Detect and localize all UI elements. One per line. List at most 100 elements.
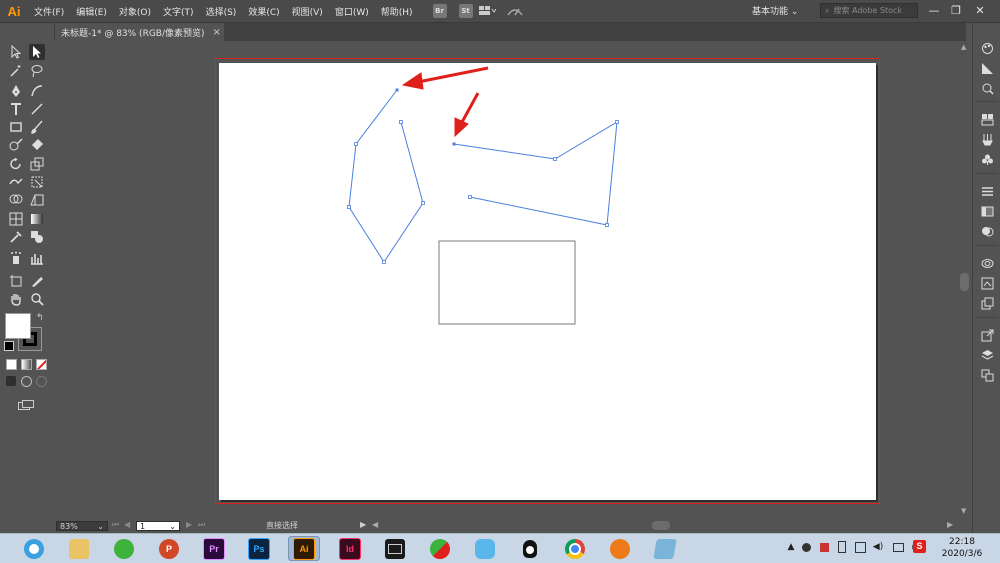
slice-tool-icon[interactable]: [29, 273, 45, 289]
menu-edit[interactable]: 编辑(E): [70, 5, 113, 18]
taskbar-app-illustrator[interactable]: Ai: [288, 536, 320, 561]
free-transform-tool-icon[interactable]: [29, 174, 45, 190]
last-artboard-icon[interactable]: ⏭: [198, 520, 205, 530]
taskbar-app-notebook[interactable]: [651, 536, 679, 561]
line-segment-tool-icon[interactable]: [29, 101, 45, 117]
menu-file[interactable]: 文件(F): [28, 5, 70, 18]
tray-flag-icon[interactable]: [818, 541, 830, 553]
column-graph-tool-icon[interactable]: [29, 250, 45, 266]
vertical-scroll-thumb[interactable]: [960, 273, 969, 291]
tray-expand-icon[interactable]: ▲: [785, 541, 797, 553]
rectangle-tool-icon[interactable]: [8, 119, 24, 135]
artboard-number-select[interactable]: 1 ⌄: [136, 521, 180, 531]
symbol-sprayer-tool-icon[interactable]: [8, 250, 24, 266]
graphic-styles-icon[interactable]: [979, 295, 995, 311]
first-artboard-icon[interactable]: ⏮: [112, 520, 119, 530]
taskbar-app-indesign[interactable]: Id: [336, 536, 364, 561]
blend-tool-icon[interactable]: [29, 229, 45, 245]
taskbar-app-photoshop[interactable]: Ps: [245, 536, 273, 561]
taskbar-app-browser-360[interactable]: [20, 536, 48, 561]
stock-button[interactable]: St: [458, 4, 473, 18]
swatches-panel-icon[interactable]: [979, 111, 995, 127]
close-button[interactable]: ✕: [970, 2, 990, 20]
pen-tool-icon[interactable]: [8, 83, 24, 99]
taskbar-app-premiere[interactable]: Pr: [200, 536, 228, 561]
scroll-down-arrow-icon[interactable]: ▼: [961, 507, 966, 515]
workspace-switcher[interactable]: 基本功能 ⌄: [752, 4, 798, 17]
menu-object[interactable]: 对象(O): [113, 5, 157, 18]
cc-libraries-icon[interactable]: [979, 255, 995, 271]
draw-behind-icon[interactable]: [21, 376, 32, 387]
taskbar-app-qq[interactable]: [516, 536, 544, 561]
zoom-select[interactable]: 83% ⌄: [56, 521, 108, 531]
taskbar-app-file-explorer[interactable]: [65, 536, 93, 561]
artboard-tool-icon[interactable]: [8, 273, 24, 289]
artboards-panel-icon[interactable]: [979, 367, 995, 383]
fill-color-swatch[interactable]: [5, 313, 31, 339]
bridge-button[interactable]: Br: [432, 4, 447, 18]
perspective-grid-tool-icon[interactable]: [29, 192, 45, 208]
arrange-documents-icon[interactable]: [478, 6, 501, 16]
paintbrush-tool-icon[interactable]: [29, 119, 45, 135]
prev-artboard-icon[interactable]: ◀: [124, 520, 130, 529]
menu-help[interactable]: 帮助(H): [375, 5, 419, 18]
swap-fill-stroke-icon[interactable]: ↰: [36, 313, 44, 323]
system-clock[interactable]: 22:18 2020/3/6: [930, 536, 994, 560]
color-mode-icon[interactable]: [6, 359, 17, 370]
stock-search-input[interactable]: ⌕ 搜索 Adobe Stock: [820, 3, 918, 18]
color-panel-icon[interactable]: [979, 40, 995, 56]
taskbar-app-orange[interactable]: [606, 536, 634, 561]
taskbar-app-green-red[interactable]: [426, 536, 454, 561]
scale-tool-icon[interactable]: [29, 156, 45, 172]
eraser-tool-icon[interactable]: [29, 137, 45, 153]
default-fill-stroke-icon[interactable]: [4, 341, 14, 351]
menu-view[interactable]: 视图(V): [286, 5, 329, 18]
gradient-tool-icon[interactable]: [29, 211, 45, 227]
menu-type[interactable]: 文字(T): [157, 5, 200, 18]
tray-power-icon[interactable]: [836, 541, 848, 553]
scroll-left-arrow-icon[interactable]: ◀: [372, 520, 378, 529]
gradient-mode-icon[interactable]: [21, 359, 32, 370]
menu-effect[interactable]: 效果(C): [242, 5, 285, 18]
direct-selection-tool-icon[interactable]: [29, 44, 45, 60]
close-tab-icon[interactable]: ×: [213, 27, 221, 38]
tray-app-icon[interactable]: [800, 541, 812, 553]
horizontal-scroll-thumb[interactable]: [652, 521, 670, 530]
next-artboard-icon[interactable]: ▶: [186, 520, 192, 529]
gpu-performance-icon[interactable]: [506, 5, 529, 17]
type-tool-icon[interactable]: [8, 101, 24, 117]
tray-volume-icon[interactable]: ◀): [872, 541, 884, 553]
mesh-tool-icon[interactable]: [8, 211, 24, 227]
scroll-right-arrow-icon[interactable]: ▶: [947, 520, 953, 529]
taskbar-app-video-player[interactable]: [381, 536, 409, 561]
restore-button[interactable]: ❐: [946, 2, 966, 20]
artboard[interactable]: [219, 63, 876, 500]
color-guide-icon[interactable]: [979, 60, 995, 76]
symbols-panel-icon[interactable]: [979, 151, 995, 167]
brushes-panel-icon[interactable]: [979, 131, 995, 147]
taskbar-app-chrome[interactable]: [561, 536, 589, 561]
shape-builder-tool-icon[interactable]: [8, 192, 24, 208]
taskbar-app-blue-bird[interactable]: [471, 536, 499, 561]
scroll-up-arrow-icon[interactable]: ▲: [961, 43, 966, 51]
none-mode-icon[interactable]: [36, 359, 47, 370]
tray-network-icon[interactable]: [854, 541, 866, 553]
draw-normal-icon[interactable]: [6, 376, 16, 386]
menu-select[interactable]: 选择(S): [200, 5, 243, 18]
taskbar-app-wechat[interactable]: [110, 536, 138, 561]
menu-window[interactable]: 窗口(W): [329, 5, 375, 18]
draw-inside-icon[interactable]: [36, 376, 47, 387]
rotate-tool-icon[interactable]: [8, 156, 24, 172]
hand-tool-icon[interactable]: [8, 291, 24, 307]
image-trace-icon[interactable]: [979, 275, 995, 291]
vertical-scrollbar[interactable]: ▲ ▼: [958, 41, 971, 519]
transparency-panel-icon[interactable]: [979, 223, 995, 239]
tray-sogou-icon[interactable]: S: [913, 540, 926, 553]
eyedropper-tool-icon[interactable]: [8, 229, 24, 245]
shaper-tool-icon[interactable]: [8, 137, 24, 153]
taskbar-app-powerpoint[interactable]: P: [155, 536, 183, 561]
warp-tool-icon[interactable]: [8, 174, 24, 190]
tray-input-icon[interactable]: [892, 541, 904, 553]
export-asset-icon[interactable]: [979, 327, 995, 343]
magic-wand-tool-icon[interactable]: [8, 63, 24, 79]
